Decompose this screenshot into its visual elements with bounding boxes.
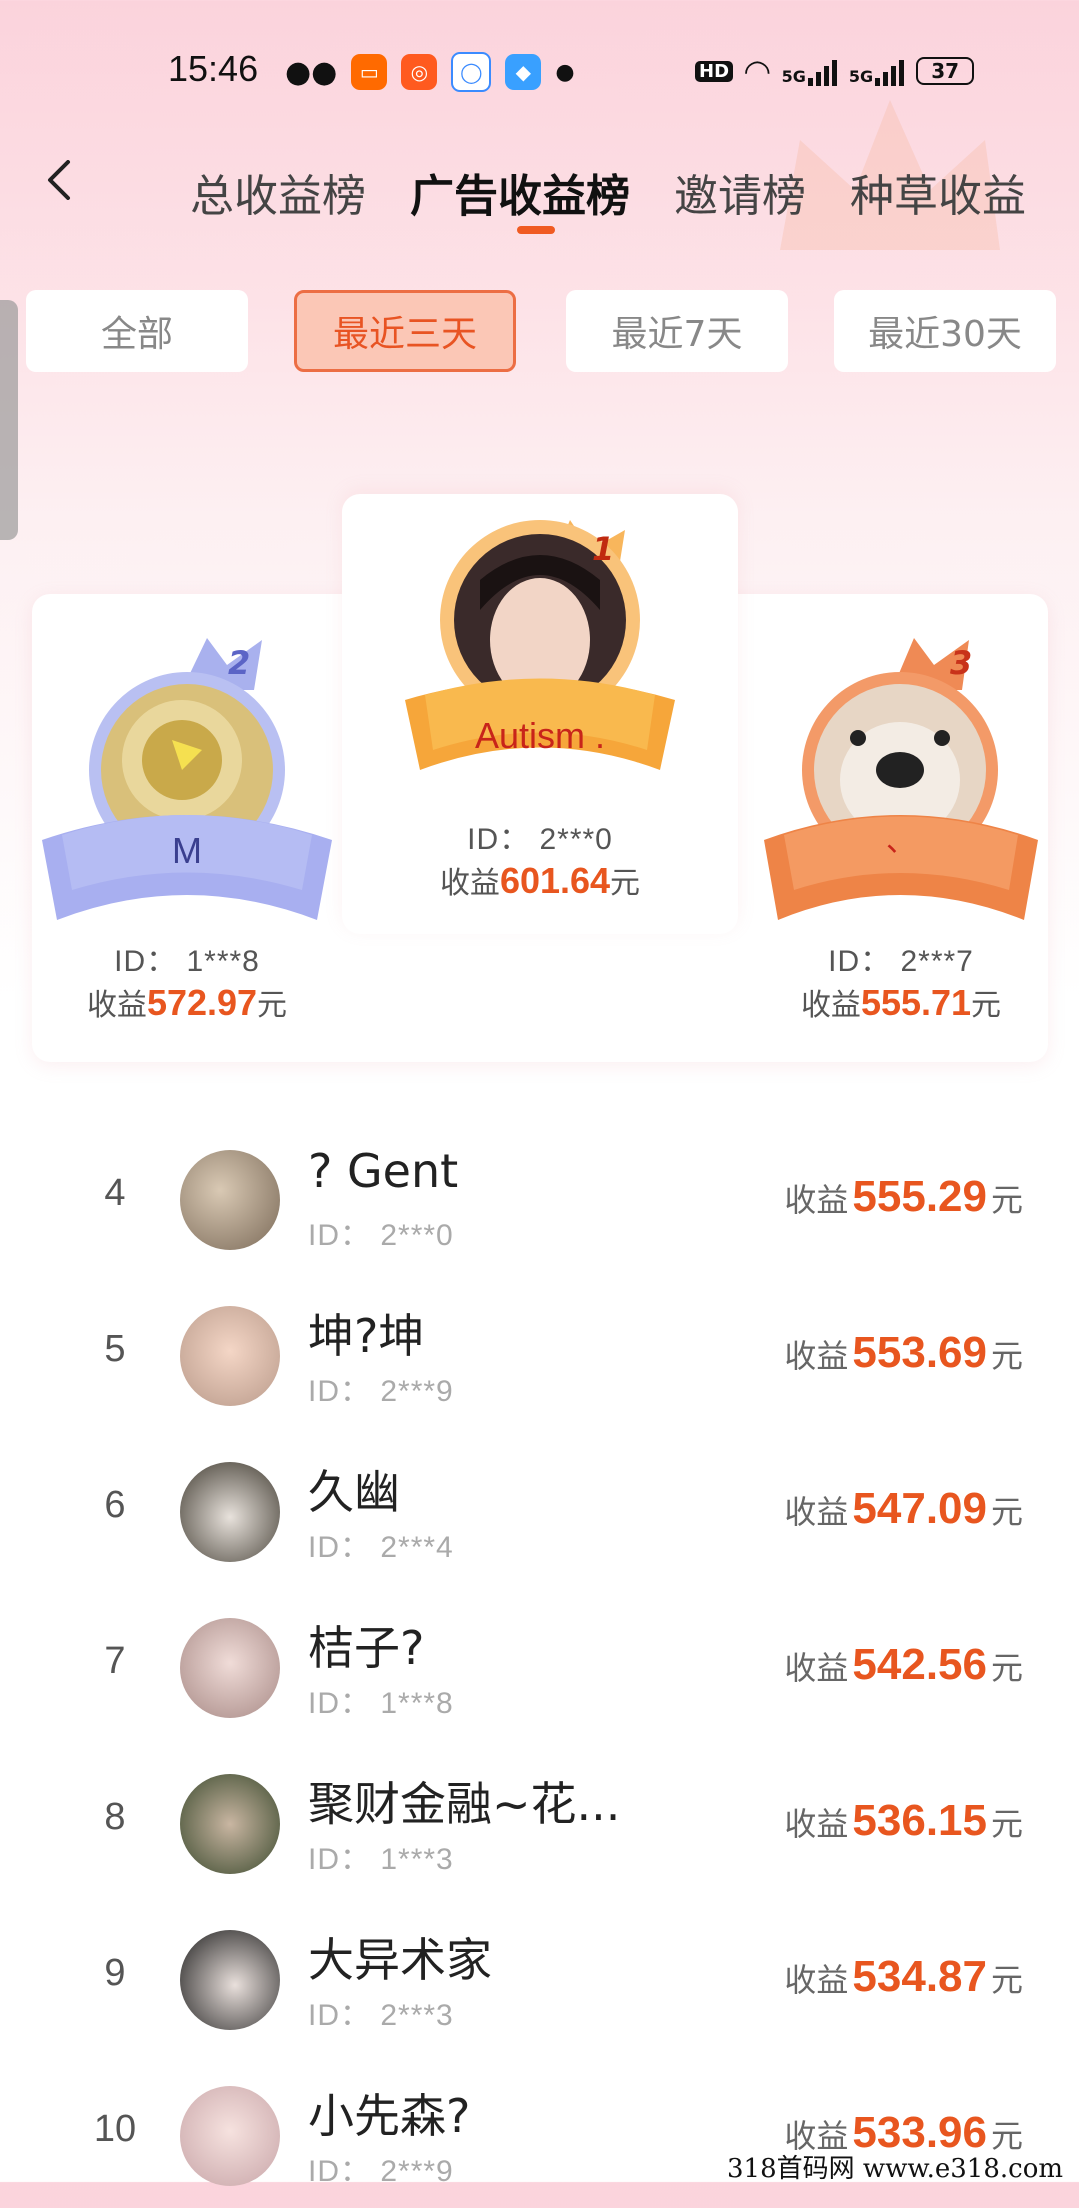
tab-active-indicator [517, 226, 555, 234]
list-earnings: 收益534.87 元 [784, 1952, 1023, 2001]
list-name: 桔子? [308, 1621, 425, 1675]
list-item[interactable]: 4 ? Gent ID： 2***0 收益555.29 元 [0, 1132, 1079, 1272]
podium-second[interactable]: 2 M ID： 1***8 收益572.97元 [32, 620, 342, 1040]
filter-last-7-days[interactable]: 最近7天 [566, 290, 788, 372]
list-earnings: 收益536.15 元 [784, 1796, 1023, 1845]
list-name: 大异术家 [308, 1933, 492, 1987]
podium-third[interactable]: 3 、 ID： 2***7 收益555.71元 [754, 620, 1048, 1040]
list-earnings: 收益542.56 元 [784, 1640, 1023, 1689]
podium-third-rank: 3 [950, 644, 973, 682]
list-item[interactable]: 8 聚财金融~花... ID： 1***3 收益536.15 元 [0, 1756, 1079, 1896]
status-time: 15:46 [168, 48, 259, 89]
podium-first[interactable]: 1 Autism . ID： 2***0 收益601.64元 [342, 500, 738, 920]
podium-third-id: ID： 2***7 [828, 945, 974, 978]
kuaishou-app-icon: ◎ [401, 54, 438, 90]
podium-second-rank: 2 [228, 644, 251, 682]
tab-bar: 总收益榜 广告收益榜 邀请榜 种草收益 [190, 160, 1070, 224]
more-notifications-dot: ● [555, 59, 575, 85]
taobao-app-icon: ▭ [351, 54, 388, 90]
list-item[interactable]: 10 小先森? ID： 2***9 收益533.96 元 [0, 2068, 1079, 2208]
side-drawer-handle[interactable] [0, 300, 18, 540]
list-earnings: 收益547.09 元 [784, 1484, 1023, 1533]
filter-last-30-days[interactable]: 最近30天 [834, 290, 1056, 372]
list-id: ID： 1***3 [308, 1843, 454, 1876]
list-item[interactable]: 5 坤?坤 ID： 2***9 收益553.69 元 [0, 1288, 1079, 1428]
avatar [180, 1774, 280, 1874]
back-arrow-icon[interactable] [40, 160, 80, 200]
alipay-app-icon: ◯ [451, 52, 492, 92]
podium-third-earnings: 收益555.71元 [800, 982, 1002, 1023]
list-rank: 7 [104, 1640, 126, 1682]
tab-total-earnings[interactable]: 总收益榜 [190, 160, 366, 224]
list-name: 小先森? [308, 2089, 471, 2143]
browser-app-icon: ◆ [505, 54, 542, 90]
list-id: ID： 2***0 [308, 1219, 454, 1252]
silver-medal-icon [42, 638, 332, 920]
avatar [180, 1930, 280, 2030]
site-watermark: 318首码网 www.e318.com [727, 2154, 1063, 2184]
list-name: 聚财金融~花... [308, 1777, 621, 1831]
list-id: ID： 2***9 [308, 1375, 454, 1408]
list-id: ID： 2***3 [308, 1999, 454, 2032]
list-rank: 5 [104, 1328, 126, 1370]
bronze-medal-icon [764, 638, 1038, 920]
podium-first-rank: 1 [592, 530, 615, 568]
list-item[interactable]: 7 桔子? ID： 1***8 收益542.56 元 [0, 1600, 1079, 1740]
list-name: 久幽 [308, 1465, 400, 1519]
list-name: 坤?坤 [308, 1309, 425, 1363]
avatar [180, 1150, 280, 1250]
status-notification-icons: ●● ▭ ◎ ◯ ◆ ● [285, 52, 575, 92]
list-id: ID： 1***8 [308, 1687, 454, 1720]
list-earnings: 收益553.69 元 [784, 1328, 1023, 1377]
tab-invite[interactable]: 邀请榜 [674, 160, 806, 224]
list-earnings: 收益555.29 元 [784, 1172, 1023, 1221]
avatar [180, 1306, 280, 1406]
list-item[interactable]: 9 大异术家 ID： 2***3 收益534.87 元 [0, 1912, 1079, 2052]
wifi-icon: ◠ [745, 52, 770, 90]
avatar [180, 2086, 280, 2186]
list-rank: 6 [104, 1484, 126, 1526]
list-id: ID： 2***4 [308, 1531, 454, 1564]
podium-second-name: M [172, 830, 202, 871]
list-rank: 4 [104, 1172, 126, 1214]
podium-second-id: ID： 1***8 [114, 945, 260, 978]
podium-second-earnings: 收益572.97元 [86, 982, 288, 1023]
filter-last-3-days[interactable]: 最近三天 [294, 290, 516, 372]
wechat-icon: ●● [285, 54, 338, 90]
list-name: ? Gent [308, 1144, 459, 1198]
podium-first-name: Autism . [474, 715, 606, 756]
list-rank: 10 [93, 2108, 137, 2150]
podium-first-id: ID： 2***0 [467, 823, 613, 856]
list-rank: 9 [104, 1952, 126, 1994]
list-rank: 8 [104, 1796, 126, 1838]
avatar [180, 1462, 280, 1562]
tab-seeding-earnings[interactable]: 种草收益 [850, 160, 1026, 224]
filter-all[interactable]: 全部 [26, 290, 248, 372]
tab-ad-earnings[interactable]: 广告收益榜 [410, 160, 630, 224]
podium-first-earnings: 收益601.64元 [439, 860, 641, 901]
hd-icon: HD [695, 60, 734, 82]
list-item[interactable]: 6 久幽 ID： 2***4 收益547.09 元 [0, 1444, 1079, 1584]
avatar [180, 1618, 280, 1718]
list-id: ID： 2***9 [308, 2155, 454, 2188]
podium-third-name: 、 [886, 825, 916, 858]
